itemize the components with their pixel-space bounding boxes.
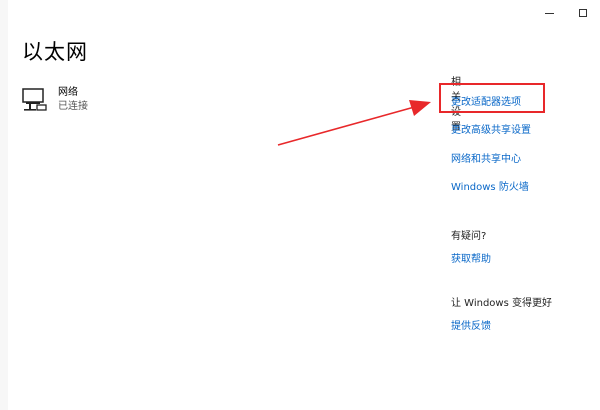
window-controls [532,2,600,24]
help-section: 有疑问? 获取帮助 [451,227,491,265]
maximize-button[interactable] [566,2,600,24]
network-item[interactable]: 网络 已连接 [22,86,88,114]
maximize-icon [579,9,587,17]
change-advanced-sharing-link[interactable]: 更改高级共享设置 [451,121,531,136]
give-feedback-link[interactable]: 提供反馈 [451,317,552,332]
network-status: 已连接 [58,101,88,112]
windows-firewall-link[interactable]: Windows 防火墙 [451,178,529,193]
minimize-icon [544,12,554,14]
left-edge [0,0,8,410]
ethernet-monitor-icon [22,88,47,111]
red-arrow-annotation [277,100,431,146]
get-help-link[interactable]: 获取帮助 [451,250,491,265]
page-title: 以太网 [22,40,88,64]
highlight-box [439,83,545,113]
minimize-button[interactable] [532,2,566,24]
ethernet-settings-window: 以太网 网络 已连接 相关设置 更改适配器选项 更改高级共享设置 网络和共享中心… [0,0,600,410]
improve-section: 让 Windows 变得更好 提供反馈 [451,294,552,332]
help-heading: 有疑问? [451,231,487,242]
network-sharing-center-link[interactable]: 网络和共享中心 [451,150,521,165]
improve-heading: 让 Windows 变得更好 [451,298,552,309]
network-text: 网络 已连接 [58,86,88,114]
network-name: 网络 [58,87,78,98]
